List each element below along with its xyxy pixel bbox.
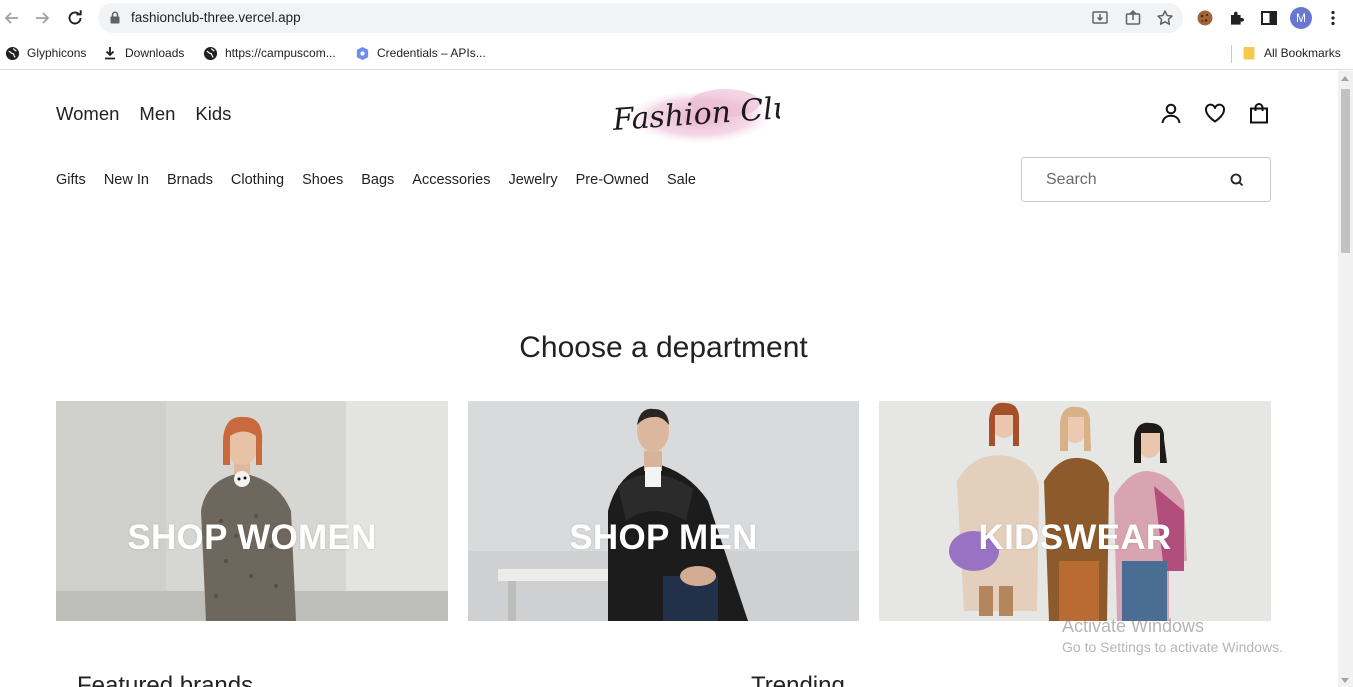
category-jewelry[interactable]: Jewelry <box>508 172 557 188</box>
side-panel-icon[interactable] <box>1258 7 1280 29</box>
bookmark-item[interactable]: Glyphicons <box>4 45 86 61</box>
kebab-menu-icon[interactable] <box>1322 7 1344 29</box>
bookmark-item[interactable]: Downloads <box>102 45 184 61</box>
nav-kids[interactable]: Kids <box>195 103 231 125</box>
arrow-right-icon <box>36 12 50 24</box>
category-gifts[interactable]: Gifts <box>56 172 86 188</box>
category-brands[interactable]: Brnads <box>167 172 213 188</box>
shopping-bag-icon[interactable] <box>1247 101 1271 125</box>
bookmark-item[interactable]: Credentials – APIs... <box>354 45 486 61</box>
category-new-in[interactable]: New In <box>104 172 149 188</box>
featured-brands-heading: Featured brands <box>77 672 254 687</box>
watermark-subtitle: Go to Settings to activate Windows. <box>1062 639 1283 655</box>
page-scrollbar[interactable] <box>1338 71 1353 687</box>
back-button[interactable] <box>0 6 24 30</box>
heart-wishlist-icon[interactable] <box>1203 101 1227 125</box>
scroll-up-arrow-icon[interactable] <box>1341 76 1349 81</box>
category-bags[interactable]: Bags <box>361 172 394 188</box>
card-label: SHOP WOMEN <box>127 518 377 557</box>
section-title: Choose a department <box>519 331 808 364</box>
install-app-icon[interactable] <box>1091 9 1109 27</box>
department-nav: Women Men Kids <box>56 103 231 125</box>
fashion-club-logo: Fashion Club <box>611 89 813 143</box>
men-model-image <box>468 401 859 621</box>
puzzle-extensions-icon[interactable] <box>1226 7 1248 29</box>
all-bookmarks-button[interactable]: All Bookmarks <box>1241 45 1341 61</box>
scroll-down-arrow-icon[interactable] <box>1341 678 1349 683</box>
reload-icon <box>68 10 82 25</box>
women-model-image <box>56 401 448 621</box>
lock-icon <box>110 11 120 24</box>
watermark-title: Activate Windows <box>1062 616 1205 636</box>
nav-men[interactable]: Men <box>139 103 175 125</box>
globe-icon <box>4 45 20 61</box>
search-icon[interactable] <box>1227 170 1247 190</box>
search-box <box>1021 157 1271 202</box>
reload-button[interactable] <box>63 6 87 30</box>
folder-icon <box>1241 45 1257 61</box>
profile-avatar[interactable]: M <box>1290 7 1312 29</box>
card-label: SHOP MEN <box>569 518 758 557</box>
search-input[interactable] <box>1046 170 1226 190</box>
forward-button[interactable] <box>30 6 54 30</box>
category-pre-owned[interactable]: Pre-Owned <box>576 172 649 188</box>
scroll-thumb[interactable] <box>1341 89 1350 253</box>
shop-men-card[interactable]: SHOP MEN <box>468 401 859 621</box>
category-shoes[interactable]: Shoes <box>302 172 343 188</box>
arrow-left-icon <box>4 12 18 24</box>
category-sale[interactable]: Sale <box>667 172 696 188</box>
bookmarks-bar: Glyphicons Downloads https://campuscom..… <box>0 36 1353 70</box>
page-viewport: Women Men Kids Fashion Club Gifts New In… <box>0 71 1338 687</box>
user-account-icon[interactable] <box>1159 101 1183 125</box>
bookmark-label: Glyphicons <box>27 46 87 60</box>
cookie-extension-icon[interactable] <box>1194 7 1216 29</box>
category-nav: Gifts New In Brnads Clothing Shoes Bags … <box>56 172 696 188</box>
bookmark-label: https://campuscom... <box>225 46 336 60</box>
star-icon[interactable] <box>1156 9 1174 27</box>
download-icon <box>102 45 118 61</box>
windows-activation-watermark: Activate Windows Go to Settings to activ… <box>1062 616 1283 655</box>
bookmark-divider <box>1231 45 1232 63</box>
globe-icon <box>202 45 218 61</box>
kids-models-image <box>879 401 1271 621</box>
bookmark-label: Credentials – APIs... <box>377 46 486 60</box>
bookmark-item[interactable]: https://campuscom... <box>202 45 336 61</box>
site-logo[interactable]: Fashion Club <box>605 81 813 145</box>
browser-toolbar: fashionclub-three.vercel.app M <box>0 0 1353 36</box>
share-icon[interactable] <box>1124 9 1142 27</box>
bookmark-label: Downloads <box>125 46 185 60</box>
trending-heading: Trending <box>751 672 845 687</box>
all-bookmarks-label: All Bookmarks <box>1264 46 1341 60</box>
address-bar[interactable]: fashionclub-three.vercel.app <box>98 3 1183 33</box>
category-accessories[interactable]: Accessories <box>412 172 490 188</box>
shop-women-card[interactable]: SHOP WOMEN <box>56 401 448 621</box>
url-text[interactable]: fashionclub-three.vercel.app <box>131 10 301 25</box>
kidswear-card[interactable]: KIDSWEAR <box>879 401 1271 621</box>
card-label: KIDSWEAR <box>978 518 1172 557</box>
api-icon <box>354 45 370 61</box>
category-clothing[interactable]: Clothing <box>231 172 284 188</box>
nav-women[interactable]: Women <box>56 103 119 125</box>
